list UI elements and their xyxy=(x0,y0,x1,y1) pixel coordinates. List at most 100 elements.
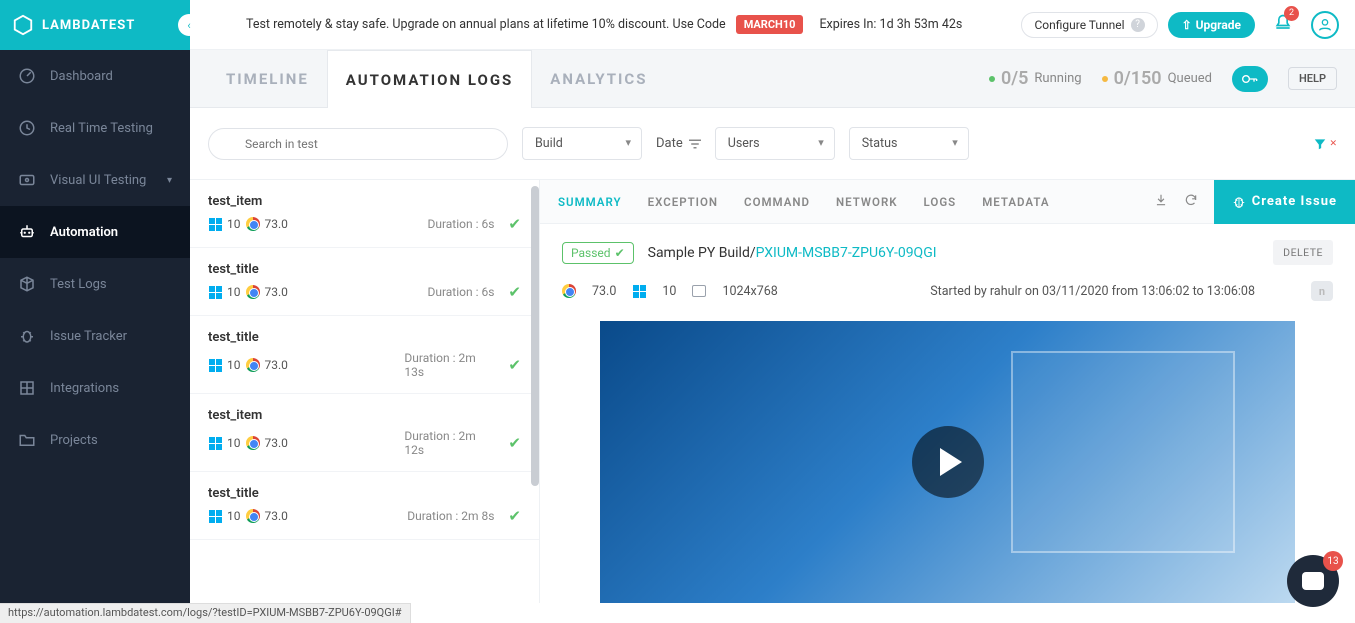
tab-automation-logs[interactable]: AUTOMATION LOGS xyxy=(327,50,533,108)
tab-analytics[interactable]: ANALYTICS xyxy=(532,50,665,107)
grid-icon xyxy=(18,379,36,397)
test-item[interactable]: test_title1073.0Duration : 6s✔ xyxy=(190,248,539,316)
chat-support-button[interactable]: 13 xyxy=(1287,555,1339,607)
detail-meta: 73.0 10 1024x768 Started by rahulr on 03… xyxy=(540,281,1355,315)
build-id-link[interactable]: PXIUM-MSBB7-ZPU6Y-09QGI xyxy=(756,245,937,261)
started-by-text: Started by rahulr on 03/11/2020 from 13:… xyxy=(930,284,1255,299)
filter-lines-icon xyxy=(689,139,701,149)
chrome-icon xyxy=(562,284,576,298)
brand-name: LAMBDATEST xyxy=(42,18,135,33)
n-badge: n xyxy=(1311,281,1333,301)
date-filter[interactable]: Date xyxy=(656,136,701,151)
check-icon: ✔ xyxy=(615,246,625,260)
test-item[interactable]: test_item1073.0Duration : 6s✔ xyxy=(190,180,539,248)
refresh-button[interactable] xyxy=(1184,193,1198,210)
clear-filter-button[interactable]: ✕ xyxy=(1313,137,1337,151)
detail-tab-logs[interactable]: LOGS xyxy=(924,195,957,209)
os-version: 10 xyxy=(227,217,241,231)
sidebar-item-real-time-testing[interactable]: Real Time Testing xyxy=(0,102,190,154)
status-select[interactable]: Status xyxy=(849,127,969,160)
delete-button[interactable]: DELETE xyxy=(1273,240,1333,265)
chrome-icon xyxy=(246,285,260,299)
help-icon: ? xyxy=(1131,18,1145,32)
detail-tab-command[interactable]: COMMAND xyxy=(744,195,810,209)
create-issue-button[interactable]: Create Issue xyxy=(1214,180,1355,224)
test-item[interactable]: test_title1073.0Duration : 2m 8s✔ xyxy=(190,472,539,540)
browser-version: 73.0 xyxy=(265,509,288,523)
windows-icon xyxy=(208,358,222,372)
test-meta: 1073.0 xyxy=(208,358,288,372)
windows-icon xyxy=(632,284,646,298)
user-icon xyxy=(1317,17,1333,33)
detail-tab-network[interactable]: NETWORK xyxy=(836,195,898,209)
configure-tunnel-button[interactable]: Configure Tunnel ? xyxy=(1021,12,1157,38)
check-icon: ✔ xyxy=(508,356,521,374)
date-label: Date xyxy=(656,136,683,151)
status-bar-url: https://automation.lambdatest.com/logs/?… xyxy=(0,603,411,623)
sidebar-item-label: Test Logs xyxy=(50,277,107,292)
notifications-button[interactable]: 2 xyxy=(1273,12,1293,38)
users-select[interactable]: Users xyxy=(715,127,835,160)
refresh-icon xyxy=(1184,193,1198,207)
sidebar-item-label: Issue Tracker xyxy=(50,329,127,344)
main-tabs-row: TIMELINEAUTOMATION LOGSANALYTICS 0/5 Run… xyxy=(190,50,1355,108)
cube-icon xyxy=(18,275,36,293)
check-icon: ✔ xyxy=(508,283,521,301)
test-title: test_item xyxy=(208,408,521,423)
upgrade-button[interactable]: ⇧ Upgrade xyxy=(1168,12,1255,38)
sidebar-item-projects[interactable]: Projects xyxy=(0,414,190,466)
windows-icon xyxy=(208,436,222,450)
chrome-icon xyxy=(246,436,260,450)
sidebar-item-integrations[interactable]: Integrations xyxy=(0,362,190,414)
detail-tab-summary[interactable]: SUMMARY xyxy=(558,195,622,209)
sidebar-collapse-button[interactable]: ‹ xyxy=(178,14,200,36)
chrome-icon xyxy=(246,217,260,231)
sidebar-item-dashboard[interactable]: Dashboard xyxy=(0,50,190,102)
upgrade-up-icon: ⇧ xyxy=(1182,18,1192,32)
test-item[interactable]: test_item1073.0Duration : 2m 12s✔ xyxy=(190,394,539,472)
sidebar-item-test-logs[interactable]: Test Logs xyxy=(0,258,190,310)
queued-label: Queued xyxy=(1168,71,1212,86)
test-meta: 1073.0 xyxy=(208,217,288,231)
os-version: 10 xyxy=(227,285,241,299)
download-button[interactable] xyxy=(1154,193,1168,210)
resolution: 1024x768 xyxy=(722,284,777,299)
user-avatar-button[interactable] xyxy=(1311,11,1339,39)
create-issue-label: Create Issue xyxy=(1252,194,1337,209)
test-item[interactable]: test_title1073.0Duration : 2m 13s✔ xyxy=(190,316,539,394)
build-select[interactable]: Build xyxy=(522,127,642,160)
search-input[interactable] xyxy=(208,128,508,160)
test-meta: 1073.0 xyxy=(208,285,288,299)
detail-pane: SUMMARY EXCEPTION COMMAND NETWORK LOGS METADA… xyxy=(540,180,1355,603)
sidebar-item-automation[interactable]: Automation xyxy=(0,206,190,258)
test-title: test_item xyxy=(208,194,521,209)
chevron-down-icon: ▾ xyxy=(167,175,172,186)
gauge-icon xyxy=(18,67,36,85)
search-wrap xyxy=(208,128,508,160)
folder-icon xyxy=(18,431,36,449)
video-player[interactable] xyxy=(600,321,1295,603)
detail-tab-exception[interactable]: EXCEPTION xyxy=(648,195,718,209)
access-key-button[interactable] xyxy=(1232,66,1268,92)
test-meta: 1073.0 xyxy=(208,509,288,523)
monitor-icon xyxy=(692,285,706,297)
test-meta: 10 73.0 xyxy=(208,436,288,450)
tab-timeline[interactable]: TIMELINE xyxy=(208,50,327,107)
sidebar-item-visual-ui-testing[interactable]: Visual UI Testing▾ xyxy=(0,154,190,206)
detail-tab-metadata[interactable]: METADATA xyxy=(982,195,1049,209)
test-list-scrollbar[interactable] xyxy=(531,186,539,486)
sidebar-item-label: Dashboard xyxy=(50,69,113,84)
configure-tunnel-label: Configure Tunnel xyxy=(1034,18,1124,32)
sidebar-item-issue-tracker[interactable]: Issue Tracker xyxy=(0,310,190,362)
promo-text: Test remotely & stay safe. Upgrade on an… xyxy=(246,17,726,32)
sidebar-item-label: Integrations xyxy=(50,381,119,396)
clock-icon xyxy=(18,119,36,137)
test-duration: Duration : 6s xyxy=(427,217,494,231)
build-prefix: Sample PY Build/ xyxy=(648,245,756,261)
help-button[interactable]: HELP xyxy=(1288,67,1337,90)
running-label: Running xyxy=(1034,71,1081,86)
os-version: 10 xyxy=(227,436,241,450)
build-name: Sample PY Build/PXIUM-MSBB7-ZPU6Y-09QGI xyxy=(648,245,937,261)
browser-version: 73.0 xyxy=(265,436,288,450)
os-version: 10 xyxy=(662,284,676,299)
